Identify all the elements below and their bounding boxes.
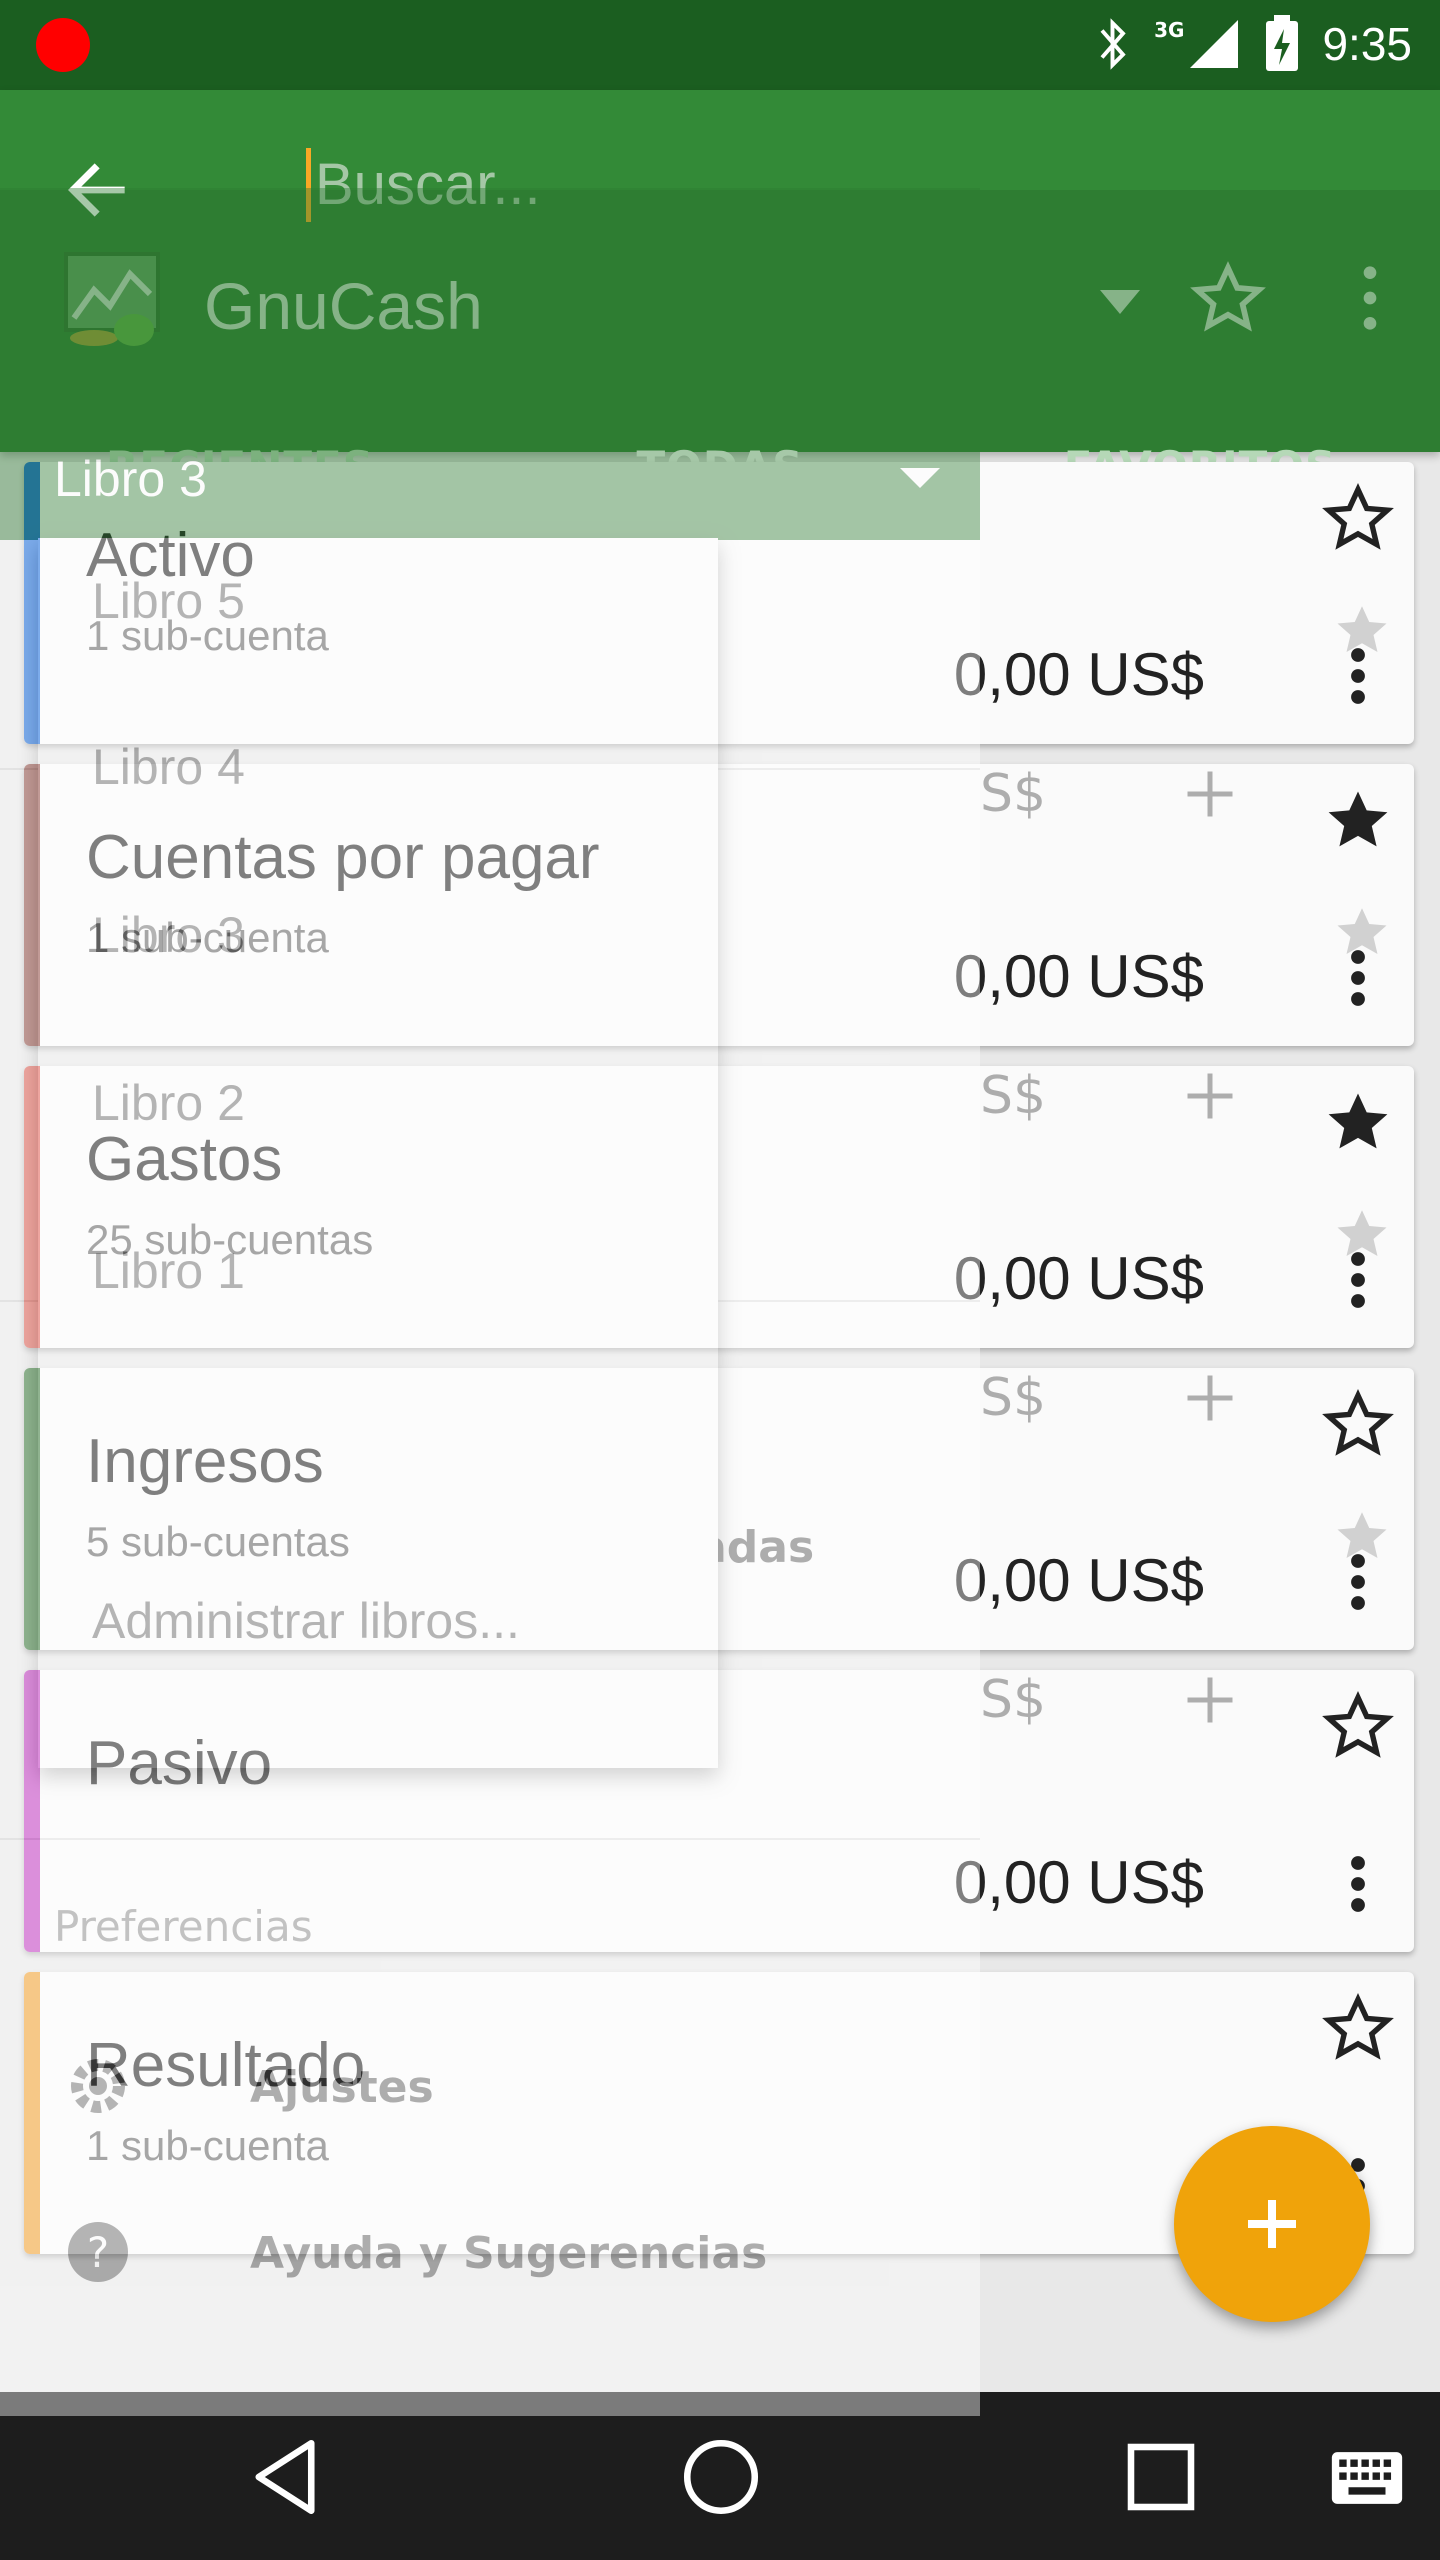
back-arrow-icon[interactable] — [58, 150, 138, 230]
account-card[interactable]: Gastos 25 sub-cuentas 0,00 US$ — [24, 1066, 1414, 1348]
star-outline-icon[interactable] — [1322, 1388, 1394, 1460]
keyboard-icon[interactable] — [1330, 2448, 1404, 2508]
account-balance: 0,00 US$ — [953, 1547, 1204, 1614]
system-nav-bar — [0, 2392, 1440, 2560]
more-vert-icon[interactable] — [1322, 640, 1394, 712]
account-subaccounts: 1 sub-cuenta — [86, 612, 329, 659]
account-name: Ingresos — [86, 1427, 324, 1496]
nav-recents-icon[interactable] — [1116, 2432, 1206, 2522]
account-color-strip — [24, 1972, 40, 2254]
add-account-button[interactable] — [1174, 2126, 1370, 2322]
account-card[interactable]: Pasivo 0,00 US$ — [24, 1670, 1414, 1952]
more-vert-icon[interactable] — [1322, 1244, 1394, 1316]
more-vert-icon[interactable] — [1322, 942, 1394, 1014]
account-balance: 0,00 US$ — [953, 641, 1204, 708]
plus-icon — [1248, 2200, 1296, 2248]
status-bar: 3G 9:35 — [0, 0, 1440, 90]
battery-charging-icon — [1266, 15, 1299, 71]
signal-icon — [1190, 20, 1239, 68]
search-input[interactable]: Buscar... — [306, 148, 541, 222]
account-name: Pasivo — [86, 1729, 273, 1798]
more-vert-icon[interactable] — [1322, 1848, 1394, 1920]
account-subaccounts: 1 sub-cuenta — [86, 2122, 329, 2169]
account-subaccounts: 5 sub-cuentas — [86, 1518, 350, 1565]
account-color-strip — [24, 462, 40, 744]
search-bar — [0, 90, 1440, 190]
nav-back-icon[interactable] — [240, 2432, 330, 2522]
account-balance: 0,00 US$ — [953, 1849, 1204, 1916]
star-outline-icon[interactable] — [1322, 482, 1394, 554]
account-name: Activo — [86, 521, 255, 590]
account-card[interactable]: Cuentas por pagar 1 sub-cuenta 0,00 US$ — [24, 764, 1414, 1046]
nav-home-icon[interactable] — [676, 2432, 766, 2522]
network-type: 3G — [1154, 18, 1185, 42]
star-filled-icon[interactable] — [1322, 784, 1394, 856]
account-subaccounts: 25 sub-cuentas — [86, 1216, 374, 1263]
star-outline-icon[interactable] — [1322, 1690, 1394, 1762]
bluetooth-icon — [1100, 18, 1126, 70]
account-list-screen: 3G 9:35 Buscar... RECIENTES TODAS FAVORI… — [0, 0, 1440, 2560]
account-name: Resultado — [86, 2031, 366, 2100]
account-card[interactable]: Ingresos 5 sub-cuentas 0,00 US$ — [24, 1368, 1414, 1650]
account-color-strip — [24, 1670, 40, 1952]
clock: 9:35 — [1322, 18, 1412, 70]
account-card[interactable]: Activo 1 sub-cuenta 0,00 US$ — [24, 462, 1414, 744]
app-toolbar: Buscar... RECIENTES TODAS FAVORITOS — [0, 90, 1440, 540]
more-vert-icon[interactable] — [1322, 1546, 1394, 1618]
star-filled-icon[interactable] — [1322, 1086, 1394, 1158]
recording-indicator — [36, 18, 90, 72]
account-subaccounts: 1 sub-cuenta — [86, 914, 329, 961]
account-name: Cuentas por pagar — [86, 823, 600, 892]
account-color-strip — [24, 764, 40, 1046]
account-name: Gastos — [86, 1125, 283, 1194]
star-outline-icon[interactable] — [1322, 1992, 1394, 2064]
account-balance: 0,00 US$ — [953, 943, 1204, 1010]
account-color-strip — [24, 1368, 40, 1650]
account-balance: 0,00 US$ — [953, 1245, 1204, 1312]
account-color-strip — [24, 1066, 40, 1348]
